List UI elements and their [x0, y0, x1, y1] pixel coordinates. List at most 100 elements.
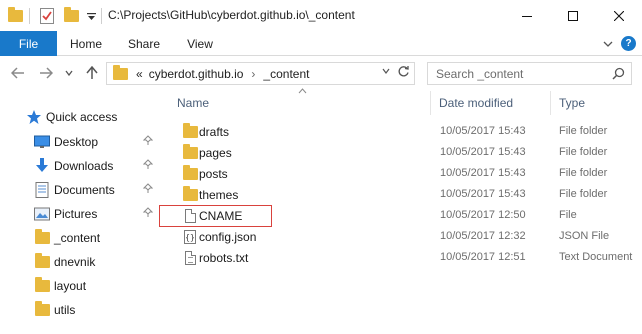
- pin-icon[interactable]: [142, 159, 154, 172]
- column-divider[interactable]: [550, 91, 551, 115]
- nav-item-label: Pictures: [54, 207, 98, 221]
- expand-ribbon-icon[interactable]: [603, 37, 613, 51]
- file-date: 10/05/2017 12:51: [440, 251, 526, 263]
- properties-icon[interactable]: [38, 7, 56, 25]
- column-header-name[interactable]: Name: [177, 96, 209, 110]
- tab-home[interactable]: Home: [60, 31, 112, 56]
- up-button[interactable]: [82, 63, 102, 83]
- folder-icon: [34, 277, 50, 294]
- file-date: 10/05/2017 15:43: [440, 146, 526, 158]
- folder-icon: [34, 301, 50, 318]
- navigation-pane: Quick access Desktop Downloads Documents: [0, 89, 163, 334]
- table-row[interactable]: {} config.json 10/05/2017 12:32 JSON Fil…: [176, 226, 642, 247]
- maximize-button[interactable]: [550, 0, 596, 31]
- nav-item-label: Downloads: [54, 159, 114, 173]
- file-name: posts: [199, 167, 228, 181]
- address-separator[interactable]: ›: [251, 67, 255, 81]
- folder-app-icon[interactable]: [6, 7, 24, 25]
- nav-item-label: layout: [54, 279, 87, 293]
- tab-view[interactable]: View: [174, 31, 226, 56]
- folder-icon: [182, 123, 198, 140]
- table-row[interactable]: robots.txt 10/05/2017 12:51 Text Documen…: [176, 247, 642, 268]
- star-icon: [26, 109, 42, 125]
- file-date: 10/05/2017 15:43: [440, 125, 526, 137]
- ribbon: File Home Share View ?: [0, 31, 642, 56]
- title-bar: C:\Projects\GitHub\cyberdot.github.io\_c…: [0, 0, 642, 31]
- address-bar[interactable]: « cyberdot.github.io › _content: [106, 62, 415, 85]
- refresh-icon[interactable]: [397, 65, 410, 81]
- nav-item-desktop[interactable]: Desktop: [0, 131, 163, 153]
- column-header-date-modified[interactable]: Date modified: [439, 96, 513, 110]
- address-segment-cyberdot[interactable]: cyberdot.github.io: [149, 67, 244, 81]
- help-icon[interactable]: ?: [621, 36, 636, 51]
- column-divider[interactable]: [430, 91, 431, 115]
- address-segment-content[interactable]: _content: [263, 67, 309, 81]
- back-button[interactable]: [8, 63, 28, 83]
- folder-icon: [182, 186, 198, 203]
- file-date: 10/05/2017 12:32: [440, 230, 526, 242]
- tab-share[interactable]: Share: [118, 31, 170, 56]
- nav-quick-access[interactable]: Quick access: [0, 106, 163, 128]
- file-name: themes: [199, 188, 239, 202]
- table-row[interactable]: themes 10/05/2017 15:43 File folder: [176, 184, 642, 205]
- nav-item-label: dnevnik: [54, 255, 96, 269]
- pictures-icon: [34, 206, 50, 222]
- file-type: JSON File: [559, 230, 610, 242]
- forward-button[interactable]: [36, 63, 56, 83]
- pin-icon[interactable]: [142, 183, 154, 196]
- search-icon[interactable]: [612, 67, 625, 80]
- folder-icon: [34, 229, 50, 246]
- file-type: File folder: [559, 188, 608, 200]
- file-date: 10/05/2017 12:50: [440, 209, 526, 221]
- recent-locations-button[interactable]: [62, 63, 76, 83]
- address-overflow[interactable]: «: [136, 67, 143, 81]
- folder-icon: [34, 253, 50, 270]
- file-date: 10/05/2017 15:43: [440, 188, 526, 200]
- close-button[interactable]: [596, 0, 642, 31]
- nav-quick-access-label: Quick access: [46, 110, 118, 124]
- documents-icon: [34, 182, 50, 198]
- file-name: drafts: [199, 125, 230, 139]
- sort-ascending-icon: [298, 86, 307, 96]
- pin-icon[interactable]: [142, 135, 154, 148]
- nav-item-layout[interactable]: layout: [0, 275, 163, 297]
- file-name: robots.txt: [199, 251, 249, 265]
- nav-item-utils[interactable]: utils: [0, 299, 163, 321]
- highlight-box: [159, 205, 272, 227]
- tab-file[interactable]: File: [0, 31, 57, 56]
- file-name: pages: [199, 146, 232, 160]
- address-row: « cyberdot.github.io › _content Search _…: [0, 57, 642, 88]
- customize-toolbar-icon[interactable]: [84, 7, 98, 25]
- json-file-icon: {}: [182, 229, 198, 245]
- file-type: File folder: [559, 125, 608, 137]
- window-title: C:\Projects\GitHub\cyberdot.github.io\_c…: [108, 8, 355, 22]
- file-type: File folder: [559, 146, 608, 158]
- desktop-icon: [34, 134, 50, 150]
- pin-icon[interactable]: [142, 207, 154, 220]
- table-row[interactable]: pages 10/05/2017 15:43 File folder: [176, 142, 642, 163]
- table-row[interactable]: drafts 10/05/2017 15:43 File folder: [176, 121, 642, 142]
- nav-item-content[interactable]: _content: [0, 227, 163, 249]
- folder-icon: [182, 144, 198, 161]
- folder-icon: [113, 64, 128, 80]
- downloads-icon: [34, 158, 50, 174]
- file-type: Text Document: [559, 251, 633, 263]
- nav-item-documents[interactable]: Documents: [0, 179, 163, 201]
- title-separator: [29, 8, 30, 24]
- nav-item-pictures[interactable]: Pictures: [0, 203, 163, 225]
- file-date: 10/05/2017 15:43: [440, 167, 526, 179]
- column-header-type[interactable]: Type: [559, 96, 585, 110]
- address-history-chevron-icon[interactable]: [382, 66, 390, 76]
- nav-item-label: _content: [54, 231, 101, 245]
- title-separator-2: [101, 8, 102, 24]
- table-row[interactable]: posts 10/05/2017 15:43 File folder: [176, 163, 642, 184]
- search-input[interactable]: Search _content: [436, 67, 523, 81]
- nav-item-dnevnik[interactable]: dnevnik: [0, 251, 163, 273]
- new-folder-icon[interactable]: [62, 7, 80, 25]
- minimize-button[interactable]: [504, 0, 550, 31]
- file-type: File folder: [559, 167, 608, 179]
- nav-item-label: Documents: [54, 183, 115, 197]
- search-box[interactable]: Search _content: [427, 62, 632, 85]
- file-name: config.json: [199, 230, 257, 244]
- nav-item-downloads[interactable]: Downloads: [0, 155, 163, 177]
